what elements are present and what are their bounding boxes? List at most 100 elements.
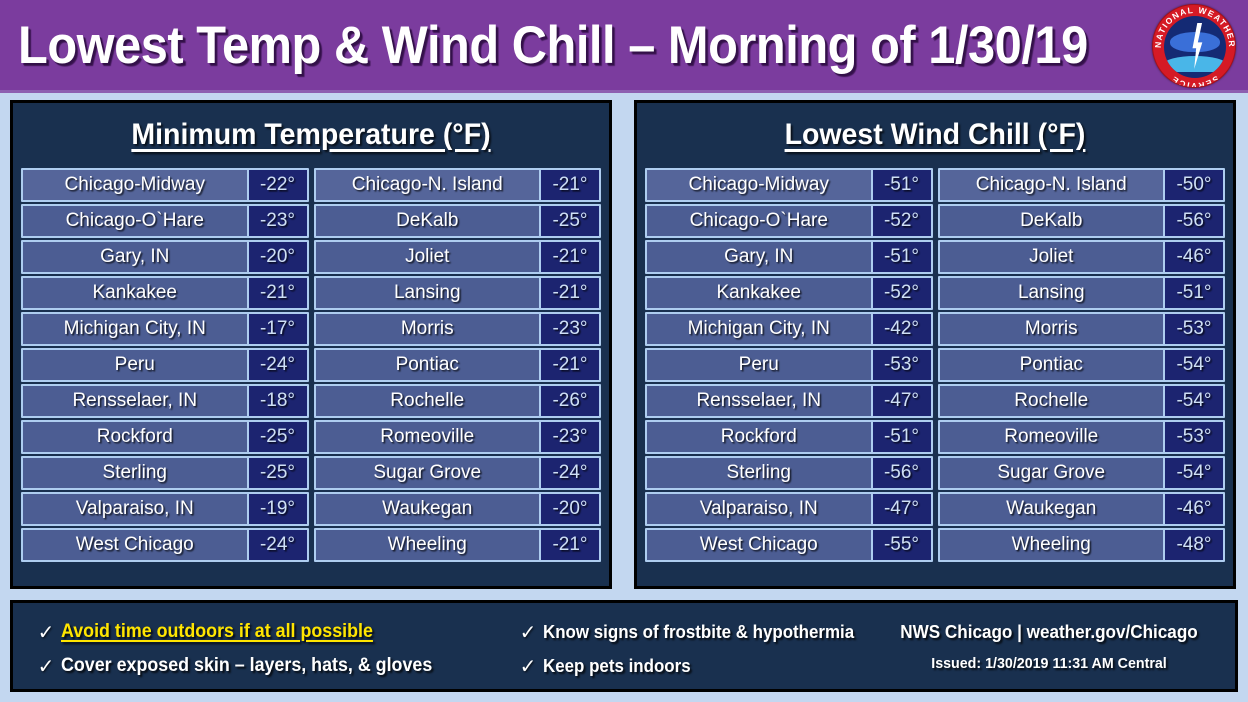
table-row-inner: Romeoville -53° <box>937 420 1225 454</box>
table-row-inner: Kankakee -52° <box>645 276 933 310</box>
table-row: Valparaiso, IN -19° <box>21 491 309 527</box>
table-row-inner: Rensselaer, IN -47° <box>645 384 933 418</box>
table-row-inner: Chicago-O`Hare -23° <box>21 204 309 238</box>
panel-minimum-temperature: Minimum Temperature (°F) Chicago-Midway -… <box>10 100 612 589</box>
page-title: Lowest Temp & Wind Chill – Morning of 1/… <box>18 16 1088 75</box>
site-value: -21° <box>541 170 599 200</box>
site-value: -47° <box>872 386 931 416</box>
table-row: Lansing -21° <box>313 275 601 311</box>
safety-tip-text: Avoid time outdoors if at all possible <box>61 621 373 642</box>
table-row-inner: Rockford -25° <box>21 420 309 454</box>
site-value: -46° <box>1165 242 1223 272</box>
site-name: Rochelle <box>315 386 541 416</box>
site-name: Chicago-N. Island <box>939 170 1165 200</box>
table-row-inner: DeKalb -56° <box>937 204 1225 238</box>
site-value: -20° <box>248 242 307 272</box>
table-row-inner: Michigan City, IN -42° <box>645 312 933 346</box>
site-name: Sterling <box>647 458 873 488</box>
table-row: DeKalb -25° <box>313 203 601 239</box>
table-lowest-wind-chill: Chicago-Midway -51° Chicago-N. Island -50° C… <box>645 167 1225 563</box>
table-row: Morris -23° <box>313 311 601 347</box>
site-name: Wheeling <box>315 530 541 560</box>
site-value: -42° <box>872 314 931 344</box>
table-row: Wheeling -21° <box>313 527 601 563</box>
table-minimum-temperature: Chicago-Midway -22° Chicago-N. Island -21° C… <box>21 167 601 563</box>
safety-tips-footer: ✓ Avoid time outdoors if at all possible ✓… <box>10 600 1238 692</box>
site-name: Waukegan <box>315 494 541 524</box>
check-icon: ✓ <box>37 655 55 678</box>
site-value: -47° <box>872 494 931 524</box>
table-row-inner: Joliet -21° <box>313 240 601 274</box>
site-value: -21° <box>541 242 599 272</box>
site-name: Michigan City, IN <box>647 314 873 344</box>
site-name: West Chicago <box>647 530 873 560</box>
table-row: Michigan City, IN -17° <box>21 311 309 347</box>
table-row: Wheeling -48° <box>937 527 1225 563</box>
check-icon: ✓ <box>37 621 55 644</box>
site-value: -54° <box>1165 458 1223 488</box>
table-row-inner: Pontiac -21° <box>313 348 601 382</box>
table-row-inner: Rochelle -26° <box>313 384 601 418</box>
table-row: DeKalb -56° <box>937 203 1225 239</box>
site-value: -52° <box>872 206 931 236</box>
site-name: Chicago-N. Island <box>315 170 541 200</box>
site-name: Rockford <box>647 422 873 452</box>
table-row-inner: Waukegan -46° <box>937 492 1225 526</box>
table-row-inner: Rensselaer, IN -18° <box>21 384 309 418</box>
table-row-inner: Chicago-N. Island -21° <box>313 168 601 202</box>
table-row: Sterling -56° <box>645 455 933 491</box>
table-row-inner: Valparaiso, IN -47° <box>645 492 933 526</box>
table-row: Rochelle -54° <box>937 383 1225 419</box>
table-row: Kankakee -52° <box>645 275 933 311</box>
site-value: -25° <box>541 206 599 236</box>
site-name: Peru <box>23 350 249 380</box>
site-value: -21° <box>248 278 307 308</box>
table-row: Peru -53° <box>645 347 933 383</box>
site-value: -51° <box>872 242 931 272</box>
table-row: Romeoville -53° <box>937 419 1225 455</box>
table-row-inner: Waukegan -20° <box>313 492 601 526</box>
panel-lowest-wind-chill: Lowest Wind Chill (°F) Chicago-Midway -51… <box>634 100 1236 589</box>
table-row: Joliet -46° <box>937 239 1225 275</box>
table-row-inner: Michigan City, IN -17° <box>21 312 309 346</box>
site-name: Sugar Grove <box>315 458 541 488</box>
table-row-inner: Gary, IN -20° <box>21 240 309 274</box>
site-value: -24° <box>248 530 307 560</box>
site-value: -21° <box>541 530 599 560</box>
site-name: DeKalb <box>315 206 541 236</box>
site-value: -18° <box>248 386 307 416</box>
table-row-inner: Chicago-Midway -22° <box>21 168 309 202</box>
site-name: Kankakee <box>647 278 873 308</box>
table-row: Joliet -21° <box>313 239 601 275</box>
table-row-inner: Sugar Grove -24° <box>313 456 601 490</box>
safety-tip: ✓ Know signs of frostbite & hypothermia <box>513 615 893 649</box>
weather-graphic: Lowest Temp & Wind Chill – Morning of 1/… <box>0 0 1248 702</box>
svg-text:NATIONAL WEATHER: NATIONAL WEATHER <box>1153 5 1236 48</box>
site-value: -23° <box>541 314 599 344</box>
site-value: -19° <box>248 494 307 524</box>
table-row: West Chicago -24° <box>21 527 309 563</box>
site-name: Sugar Grove <box>939 458 1165 488</box>
site-value: -56° <box>872 458 931 488</box>
office-credit: NWS Chicago | weather.gov/Chicago <box>900 622 1198 642</box>
table-row: Rockford -25° <box>21 419 309 455</box>
table-row-inner: Sterling -25° <box>21 456 309 490</box>
tips-column-2: ✓ Know signs of frostbite & hypothermia ✓ K… <box>513 615 893 683</box>
table-row: Rensselaer, IN -18° <box>21 383 309 419</box>
panel-title-minimum-temperature: Minimum Temperature (°F) <box>131 118 491 151</box>
site-value: -54° <box>1165 386 1223 416</box>
safety-tip: ✓ Avoid time outdoors if at all possible <box>31 615 501 649</box>
table-row: Pontiac -21° <box>313 347 601 383</box>
table-row-inner: Romeoville -23° <box>313 420 601 454</box>
table-row: Chicago-N. Island -50° <box>937 167 1225 203</box>
table-row-inner: DeKalb -25° <box>313 204 601 238</box>
table-row: Romeoville -23° <box>313 419 601 455</box>
credit-block: NWS Chicago | weather.gov/Chicago Issued… <box>879 619 1219 677</box>
table-row: Rensselaer, IN -47° <box>645 383 933 419</box>
table-row: Morris -53° <box>937 311 1225 347</box>
table-row: Gary, IN -51° <box>645 239 933 275</box>
site-name: Chicago-Midway <box>647 170 873 200</box>
site-name: Pontiac <box>315 350 541 380</box>
site-name: Valparaiso, IN <box>23 494 249 524</box>
table-row-inner: Morris -23° <box>313 312 601 346</box>
